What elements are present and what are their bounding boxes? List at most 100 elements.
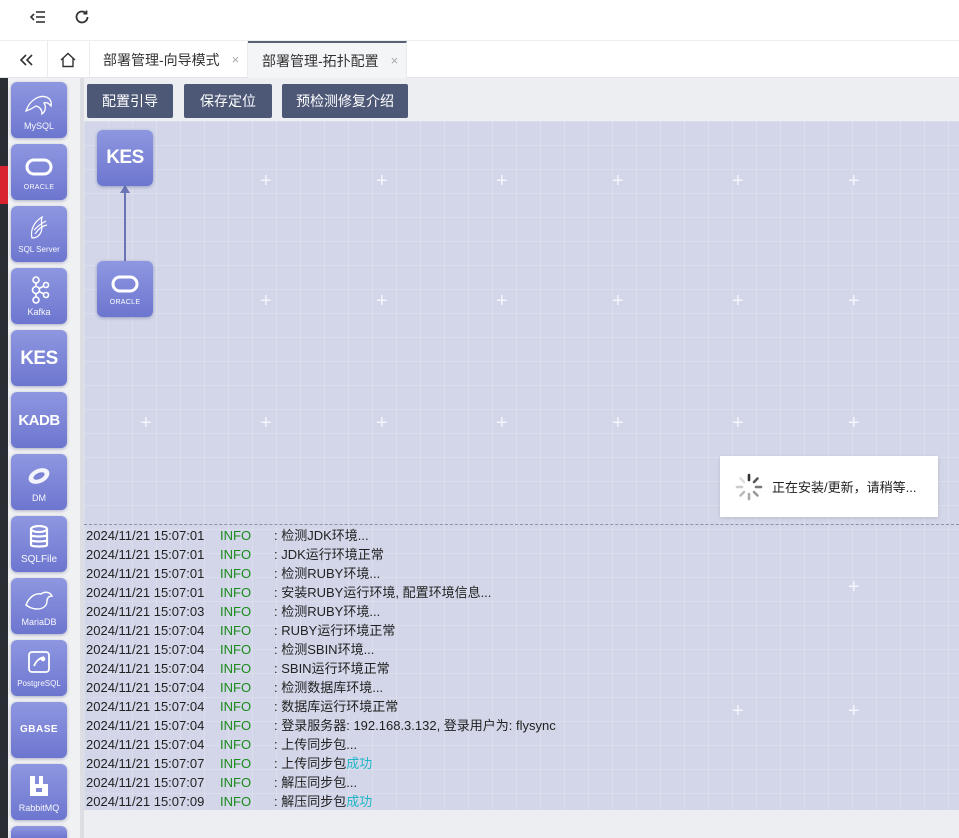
spinner-icon xyxy=(735,473,763,500)
log-timestamp: 2024/11/21 15:07:07 xyxy=(86,775,205,790)
tile-label: ORACLE xyxy=(23,184,55,191)
grid-plus-icon: + xyxy=(376,412,388,434)
log-timestamp: 2024/11/21 15:07:01 xyxy=(86,547,205,562)
log-timestamp: 2024/11/21 15:07:03 xyxy=(86,604,205,619)
log-level: INFO xyxy=(220,756,252,771)
tile-kafka[interactable]: Kafka xyxy=(11,268,67,324)
tile-sqlfile[interactable]: SQLFile xyxy=(11,516,67,572)
grid-plus-icon: + xyxy=(260,170,272,192)
top-toolbar xyxy=(0,0,959,41)
log-row: 2024/11/21 15:07:01 INFO: 检测RUBY环境... xyxy=(84,564,959,583)
log-level: INFO xyxy=(220,547,252,562)
log-row: 2024/11/21 15:07:01 INFO: 检测JDK环境... xyxy=(84,526,959,545)
tab-topology-config[interactable]: 部署管理-拓扑配置 × xyxy=(248,41,407,78)
tile-dm[interactable]: DM xyxy=(11,454,67,510)
log-level: INFO xyxy=(220,680,252,695)
grid-plus-icon: + xyxy=(376,170,388,192)
tab-bar: 部署管理-向导模式 × 部署管理-拓扑配置 × xyxy=(0,41,959,78)
close-icon[interactable]: × xyxy=(232,52,240,67)
log-message: : SBIN运行环境正常 xyxy=(274,661,390,676)
tile-kes[interactable]: KES xyxy=(11,330,67,386)
log-level: INFO xyxy=(220,642,252,657)
tile-label: PostgreSQL xyxy=(17,679,61,688)
tile-mysql[interactable]: MySQL xyxy=(11,82,67,138)
oracle-ring-icon xyxy=(110,273,140,295)
grid-plus-icon: + xyxy=(140,412,152,434)
node-kes[interactable]: KES xyxy=(97,130,153,186)
log-message: : 上传同步包成功 xyxy=(274,756,373,771)
log-timestamp: 2024/11/21 15:07:01 xyxy=(86,585,205,600)
log-row: 2024/11/21 15:07:04 INFO: 上传同步包... xyxy=(84,735,959,754)
log-timestamp: 2024/11/21 15:07:04 xyxy=(86,680,205,695)
grid-plus-icon: + xyxy=(848,290,860,312)
log-message: : 登录服务器: 192.168.3.132, 登录用户为: flysync xyxy=(274,718,556,733)
kadb-logo: KADB xyxy=(18,411,60,429)
log-timestamp: 2024/11/21 15:07:04 xyxy=(86,737,205,752)
log-timestamp: 2024/11/21 15:07:04 xyxy=(86,661,205,676)
loading-toast: 正在安装/更新，请稍等... xyxy=(720,456,938,517)
node-oracle[interactable]: ORACLE xyxy=(97,261,153,317)
tile-label: MariaDB xyxy=(21,616,57,627)
log-divider[interactable] xyxy=(84,524,959,525)
log-message: : 检测SBIN环境... xyxy=(274,642,375,657)
log-timestamp: 2024/11/21 15:07:01 xyxy=(86,528,205,543)
log-row: 2024/11/21 15:07:07 INFO: 解压同步包... xyxy=(84,773,959,792)
log-timestamp: 2024/11/21 15:07:04 xyxy=(86,699,205,714)
install-log: 2024/11/21 15:07:01 INFO: 检测JDK环境... 2024… xyxy=(84,526,959,810)
log-level: INFO xyxy=(220,623,252,638)
grid-plus-icon: + xyxy=(496,412,508,434)
tab-wizard-mode[interactable]: 部署管理-向导模式 × xyxy=(89,41,248,78)
rabbitmq-icon xyxy=(27,772,51,800)
kes-logo: KES xyxy=(20,347,58,369)
log-row: 2024/11/21 15:07:04 INFO : 检测SBIN环境... xyxy=(84,640,959,659)
grid-plus-icon: + xyxy=(496,170,508,192)
menu-fold-icon[interactable] xyxy=(24,5,52,29)
log-level: INFO xyxy=(220,604,252,619)
tile-mariadb[interactable]: MariaDB xyxy=(11,578,67,634)
gbase-logo: GBASE xyxy=(19,724,59,735)
grid-plus-icon: + xyxy=(612,170,624,192)
tile-kadb[interactable]: KADB xyxy=(11,392,67,448)
database-cylinder-icon xyxy=(28,523,50,551)
tab-label: 部署管理-拓扑配置 xyxy=(262,52,379,69)
seal-icon xyxy=(23,586,55,614)
log-message: : 安装RUBY运行环境, 配置环境信息... xyxy=(274,585,492,600)
log-level: INFO xyxy=(220,794,252,809)
log-level: INFO xyxy=(220,528,252,543)
grid-plus-icon: + xyxy=(260,290,272,312)
log-row: 2024/11/21 15:07:04 INFO: 登录服务器: 192.168.… xyxy=(84,716,959,735)
home-icon[interactable] xyxy=(46,41,90,78)
log-message: : 数据库运行环境正常 xyxy=(274,699,399,714)
tile-sqlserver[interactable]: SQL Server xyxy=(11,206,67,262)
grid-plus-icon: + xyxy=(612,412,624,434)
double-chevron-left-icon[interactable] xyxy=(4,41,48,78)
grid-plus-icon: + xyxy=(848,170,860,192)
refresh-icon[interactable] xyxy=(68,5,96,29)
tile-more[interactable] xyxy=(11,826,67,838)
precheck-intro-button[interactable]: 预检测修复介绍 xyxy=(282,84,408,118)
log-row: 2024/11/21 15:07:09 INFO: 解压同步包成功 xyxy=(84,792,959,811)
tile-label: SQLFile xyxy=(20,554,58,565)
tab-label: 部署管理-向导模式 xyxy=(103,51,220,68)
tile-label: DM xyxy=(32,492,46,503)
tile-rabbitmq[interactable]: RabbitMQ xyxy=(11,764,67,820)
config-guide-button[interactable]: 配置引导 xyxy=(87,84,173,118)
tile-gbase[interactable]: GBASE xyxy=(11,702,67,758)
grid-plus-icon: + xyxy=(732,412,744,434)
dm-icon xyxy=(24,462,54,490)
tile-postgresql[interactable]: PostgreSQL xyxy=(11,640,67,696)
grid-plus-icon: + xyxy=(376,290,388,312)
log-timestamp: 2024/11/21 15:07:04 xyxy=(86,642,205,657)
log-message: : 解压同步包成功 xyxy=(274,794,373,809)
log-message: : JDK运行环境正常 xyxy=(274,547,384,562)
node-label: ORACLE xyxy=(109,298,141,306)
log-row: 2024/11/21 15:07:01 INFO : JDK运行环境正常 xyxy=(84,545,959,564)
log-level: INFO xyxy=(220,661,252,676)
save-position-button[interactable]: 保存定位 xyxy=(184,84,272,118)
close-icon[interactable]: × xyxy=(391,53,399,68)
kes-logo: KES xyxy=(106,147,144,168)
sqlserver-icon xyxy=(26,214,52,242)
log-level: INFO xyxy=(220,737,252,752)
tile-oracle[interactable]: ORACLE xyxy=(11,144,67,200)
log-timestamp: 2024/11/21 15:07:01 xyxy=(86,566,205,581)
